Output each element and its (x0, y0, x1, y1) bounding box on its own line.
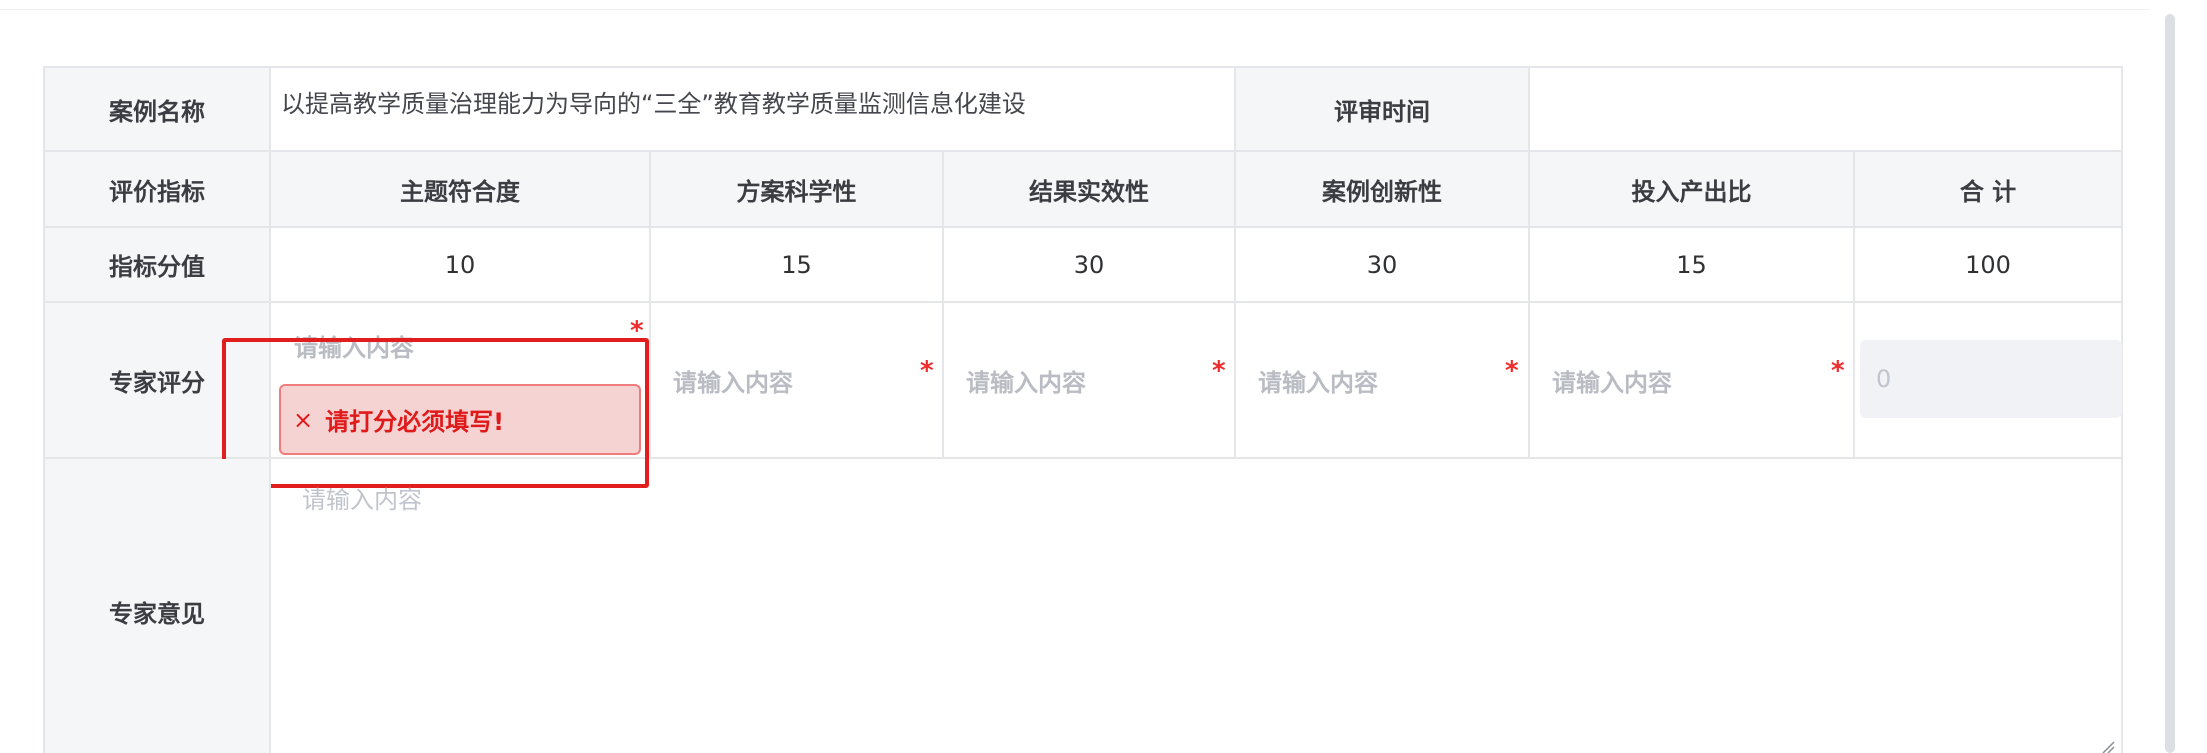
score-input-placeholder: 请输入内容 (673, 368, 793, 397)
index-score: 30 (944, 228, 1236, 303)
expert-opinion-textarea[interactable] (271, 459, 2123, 753)
column-header: 结果实效性 (944, 152, 1236, 228)
score-input-placeholder: 请输入内容 (966, 368, 1086, 397)
case-name-label: 案例名称 (45, 68, 271, 152)
score-input-scheme[interactable]: 请输入内容 (651, 303, 944, 459)
top-divider (0, 9, 2150, 10)
review-time-label: 评审时间 (1236, 68, 1530, 152)
page: 案例名称 以提高教学质量治理能力为导向的“三全”教育教学质量监测信息化建设 评审… (0, 0, 2207, 753)
score-input-innovation[interactable]: 请输入内容 (1236, 303, 1530, 459)
case-name-value: 以提高教学质量治理能力为导向的“三全”教育教学质量监测信息化建设 (271, 68, 1236, 152)
index-label: 评价指标 (45, 152, 271, 228)
total-score-input: 0 (1860, 340, 2122, 418)
index-score: 10 (271, 228, 651, 303)
required-mark: * (1831, 356, 1845, 386)
score-label: 指标分值 (45, 228, 271, 303)
resize-handle-icon[interactable] (2101, 740, 2115, 753)
column-header: 方案科学性 (651, 152, 944, 228)
required-mark: * (1505, 356, 1519, 386)
required-mark: * (1212, 356, 1226, 386)
column-header: 投入产出比 (1530, 152, 1855, 228)
score-input-placeholder: 请输入内容 (1552, 368, 1672, 397)
expert-opinion-label: 专家意见 (45, 459, 271, 753)
total-score: 100 (1855, 228, 2123, 303)
required-mark: * (920, 356, 934, 386)
index-score: 15 (1530, 228, 1855, 303)
total-score-value: 0 (1876, 365, 1892, 393)
index-score: 15 (651, 228, 944, 303)
score-input-placeholder: 请输入内容 (1258, 368, 1378, 397)
score-input-cost-benefit[interactable]: 请输入内容 (1530, 303, 1855, 459)
column-header: 主题符合度 (271, 152, 651, 228)
scrollbar-thumb[interactable] (2165, 14, 2175, 753)
column-header: 案例创新性 (1236, 152, 1530, 228)
total-header: 合 计 (1855, 152, 2123, 228)
index-score: 30 (1236, 228, 1530, 303)
review-time-value (1530, 68, 2123, 152)
opinion-placeholder: 请输入内容 (302, 486, 422, 514)
score-input-result[interactable]: 请输入内容 (944, 303, 1236, 459)
